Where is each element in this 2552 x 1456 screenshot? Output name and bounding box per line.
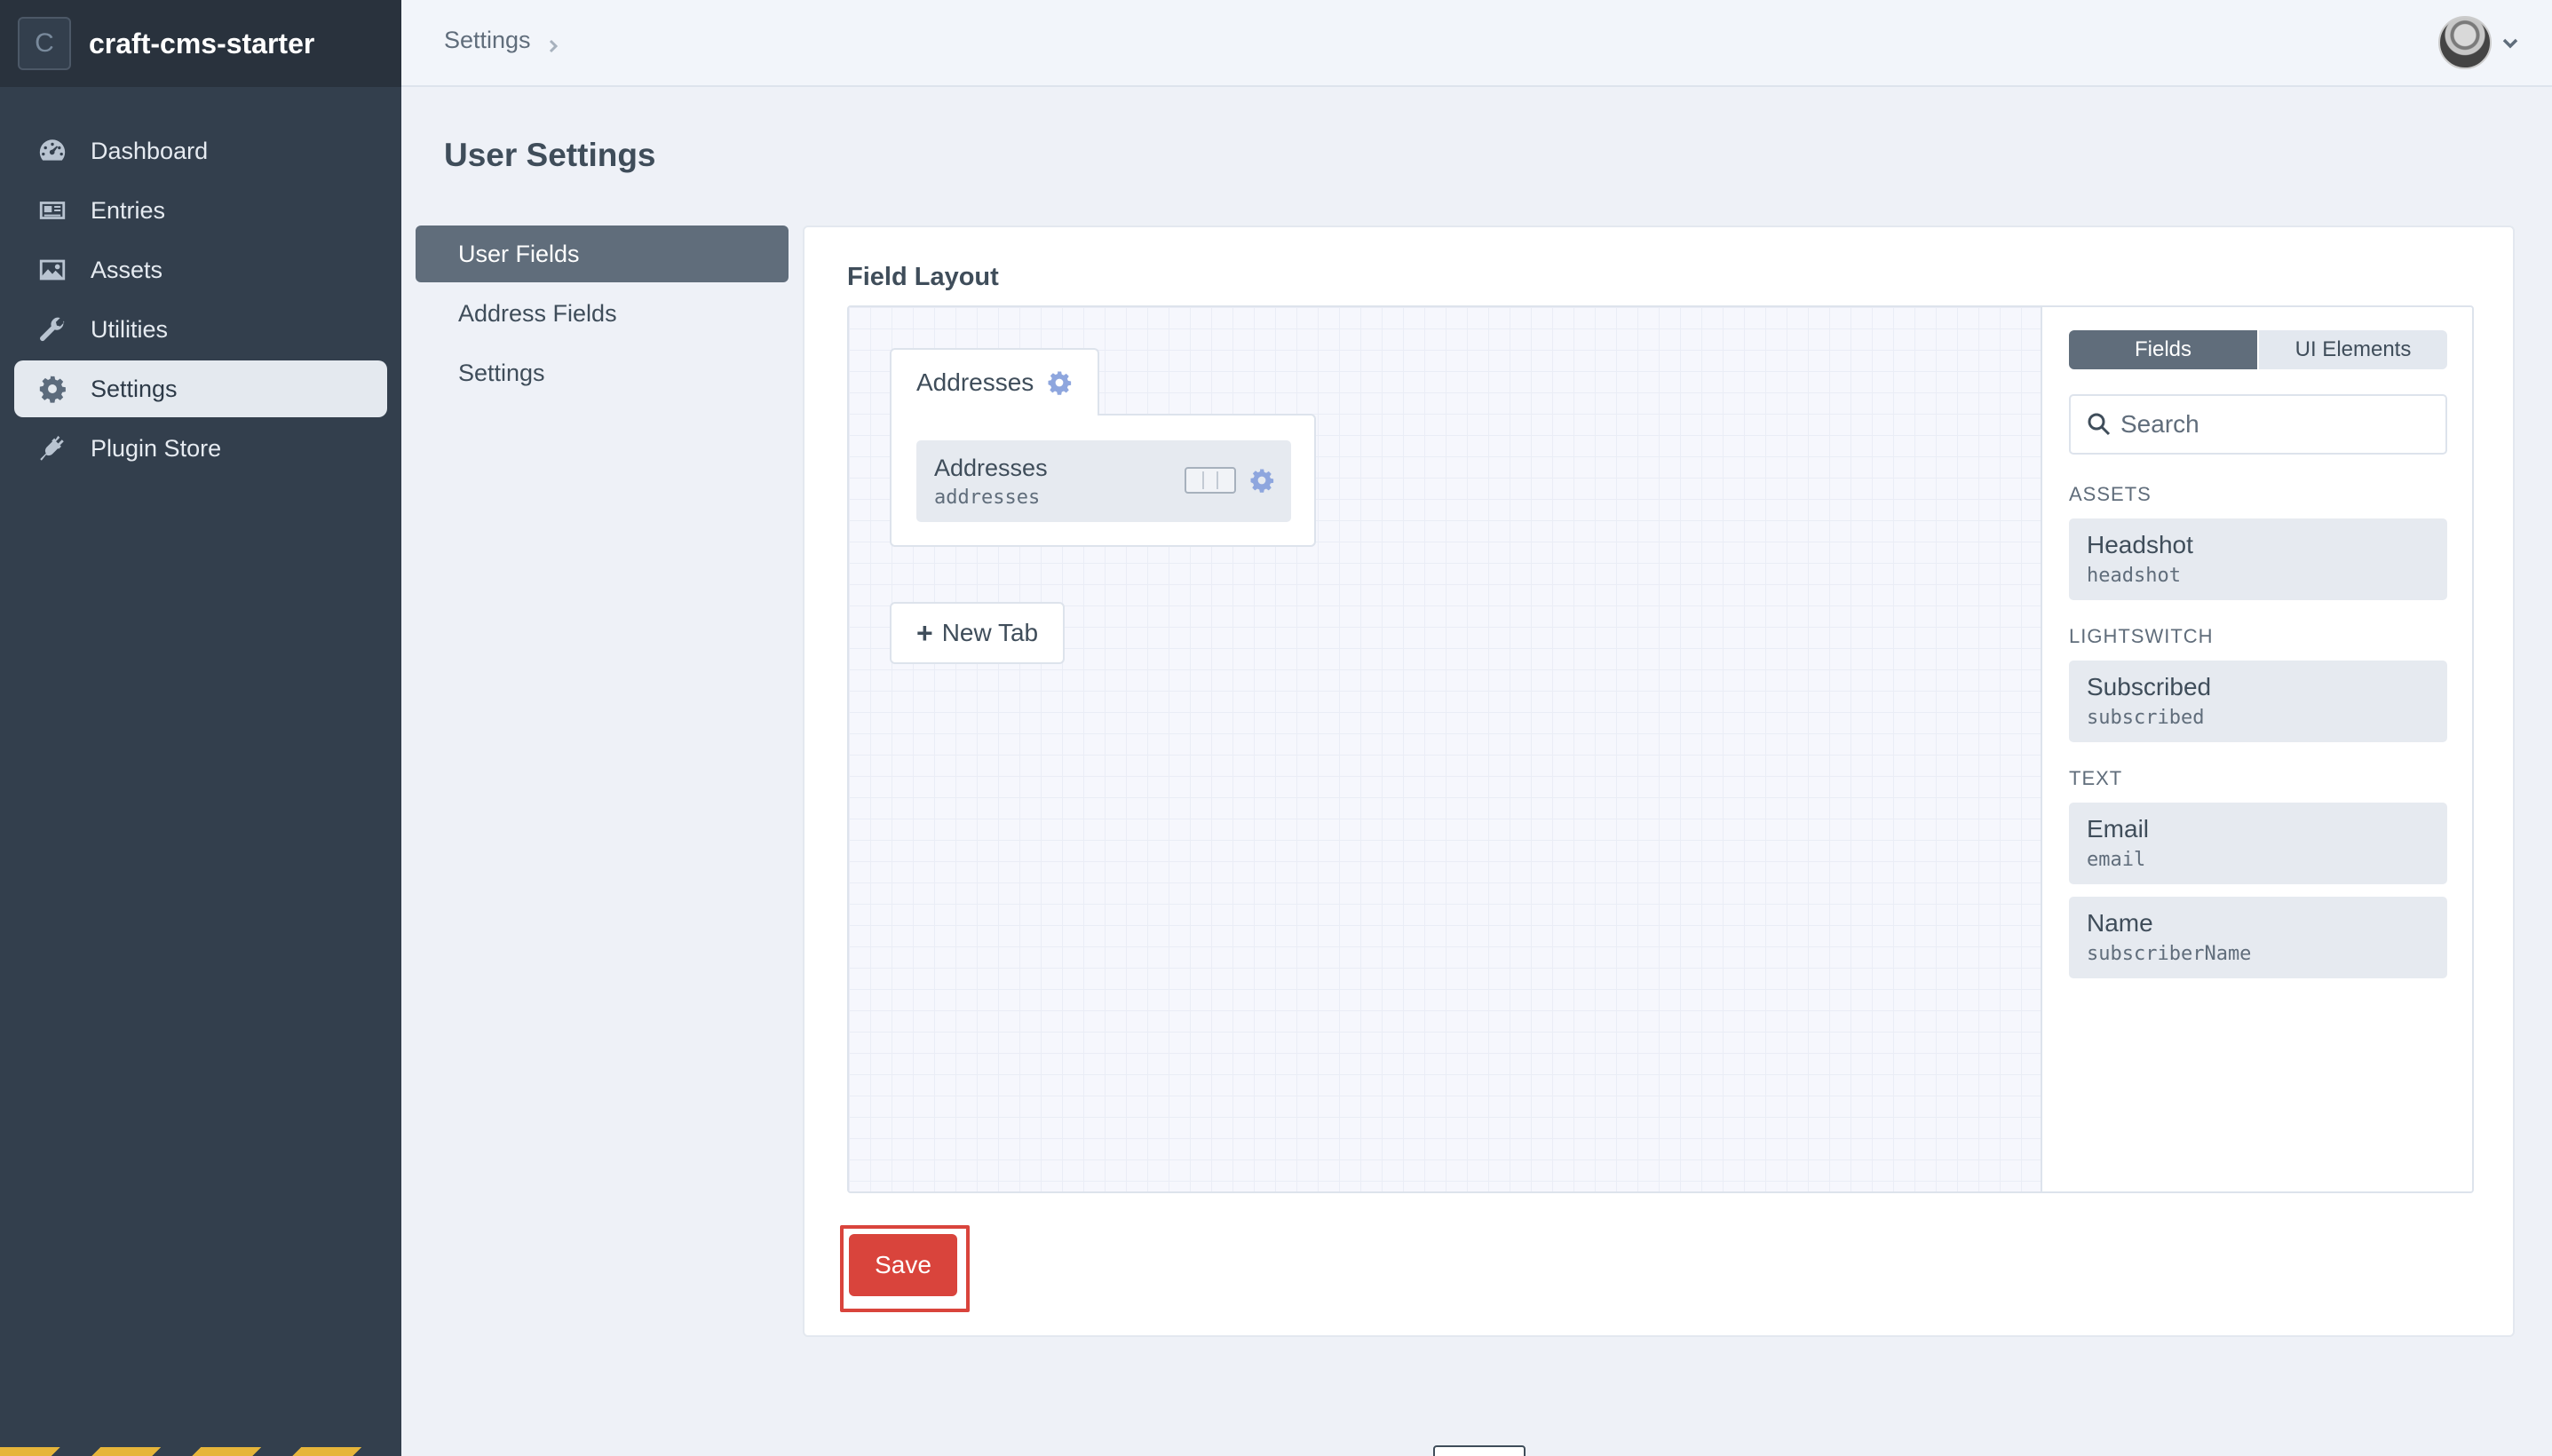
library-search[interactable] (2069, 394, 2447, 455)
nav-item-settings[interactable]: Settings (14, 360, 387, 417)
nav-label-plugin-store: Plugin Store (91, 434, 222, 462)
nav-label-assets: Assets (91, 256, 163, 283)
field-width-toggle[interactable] (1185, 467, 1236, 494)
layout-field-handle: addresses (934, 487, 1041, 509)
library-field-headshot[interactable]: Headshot headshot (2069, 518, 2447, 600)
subnav-item-settings[interactable]: Settings (416, 344, 789, 401)
library-field-email[interactable]: Email email (2069, 803, 2447, 884)
save-button-highlight: Save (840, 1225, 970, 1312)
search-icon (2087, 412, 2112, 437)
sidebar: C craft-cms-starter Dashboard Entries As… (0, 0, 401, 1456)
library-field-handle: headshot (2087, 565, 2181, 587)
chevron-down-icon[interactable] (2500, 33, 2520, 52)
library-field-name: Email (2087, 815, 2150, 843)
layout-field-addresses[interactable]: Addresses addresses (916, 440, 1291, 522)
library-field-subscribed[interactable]: Subscribed subscribed (2069, 661, 2447, 742)
group-label-assets: ASSETS (2069, 483, 2152, 505)
settings-subnav: User Fields Address Fields Settings (416, 226, 789, 404)
avatar[interactable] (2438, 16, 2492, 69)
subnav-item-user-fields[interactable]: User Fields (416, 226, 789, 282)
library-tab-ui-elements[interactable]: UI Elements (2257, 330, 2447, 369)
content-panel: Field Layout Addresses Addresses address… (803, 226, 2515, 1337)
layout-tab-addresses[interactable]: Addresses (890, 348, 1099, 415)
breadcrumb: Settings (444, 27, 561, 54)
library-field-handle: subscribed (2087, 707, 2205, 729)
nav-label-entries: Entries (91, 196, 166, 224)
tab-settings-gear-icon[interactable] (1046, 369, 1073, 396)
library-field-handle: subscriberName (2087, 943, 2252, 965)
dev-mode-stripe (0, 1447, 382, 1456)
new-tab-label: New Tab (941, 619, 1039, 646)
field-layout-designer: Addresses Addresses addresses + New Tab (847, 305, 2474, 1193)
plug-icon (37, 433, 67, 463)
wrench-icon (37, 314, 67, 344)
bottom-handle[interactable] (1433, 1445, 1526, 1456)
top-header: Settings (401, 0, 2552, 87)
nav-label-dashboard: Dashboard (91, 137, 209, 164)
site-badge: C (18, 17, 71, 70)
layout-canvas: Addresses Addresses addresses + New Tab (849, 307, 2042, 1191)
nav-item-utilities[interactable]: Utilities (14, 301, 387, 358)
plus-icon: + (916, 616, 933, 649)
library-field-name: Headshot (2087, 531, 2193, 558)
layout-field-name: Addresses (934, 455, 1048, 481)
main-nav: Dashboard Entries Assets Utilities Setti… (0, 123, 401, 477)
library-tab-fields[interactable]: Fields (2069, 330, 2257, 369)
chevron-right-icon (545, 33, 561, 52)
save-button[interactable]: Save (849, 1234, 957, 1296)
layout-tab-label: Addresses (916, 368, 1034, 396)
new-tab-button[interactable]: + New Tab (890, 602, 1066, 664)
nav-item-plugin-store[interactable]: Plugin Store (14, 420, 387, 477)
nav-item-entries[interactable]: Entries (14, 182, 387, 239)
nav-label-utilities: Utilities (91, 315, 169, 343)
library-field-name: Subscribed (2087, 673, 2212, 700)
site-name[interactable]: craft-cms-starter (89, 28, 314, 60)
field-library: Fields UI Elements ASSETS Headshot heads… (2044, 307, 2472, 1191)
group-label-text: TEXT (2069, 767, 2123, 789)
page-title: User Settings (444, 137, 656, 173)
nav-item-dashboard[interactable]: Dashboard (14, 123, 387, 179)
library-field-name: Name (2087, 909, 2153, 937)
library-field-handle: email (2087, 849, 2146, 871)
newspaper-icon (37, 195, 67, 226)
field-settings-gear-icon[interactable] (1248, 467, 1275, 494)
nav-item-assets[interactable]: Assets (14, 241, 387, 298)
layout-tab-content: Addresses addresses (890, 414, 1316, 547)
library-field-name-subscriber[interactable]: Name subscriberName (2069, 897, 2447, 978)
dashboard-gauge-icon (37, 136, 67, 166)
nav-label-settings: Settings (91, 375, 178, 402)
user-menu[interactable] (2438, 16, 2520, 69)
group-label-lightswitch: LIGHTSWITCH (2069, 625, 2214, 647)
image-icon (37, 255, 67, 285)
site-brand[interactable]: C craft-cms-starter (0, 0, 401, 87)
breadcrumb-settings-link[interactable]: Settings (444, 27, 531, 54)
field-layout-label: Field Layout (847, 263, 999, 291)
library-tabs: Fields UI Elements (2069, 330, 2447, 369)
search-input[interactable] (2120, 410, 2440, 439)
subnav-item-address-fields[interactable]: Address Fields (416, 285, 789, 342)
gear-icon (37, 374, 67, 404)
